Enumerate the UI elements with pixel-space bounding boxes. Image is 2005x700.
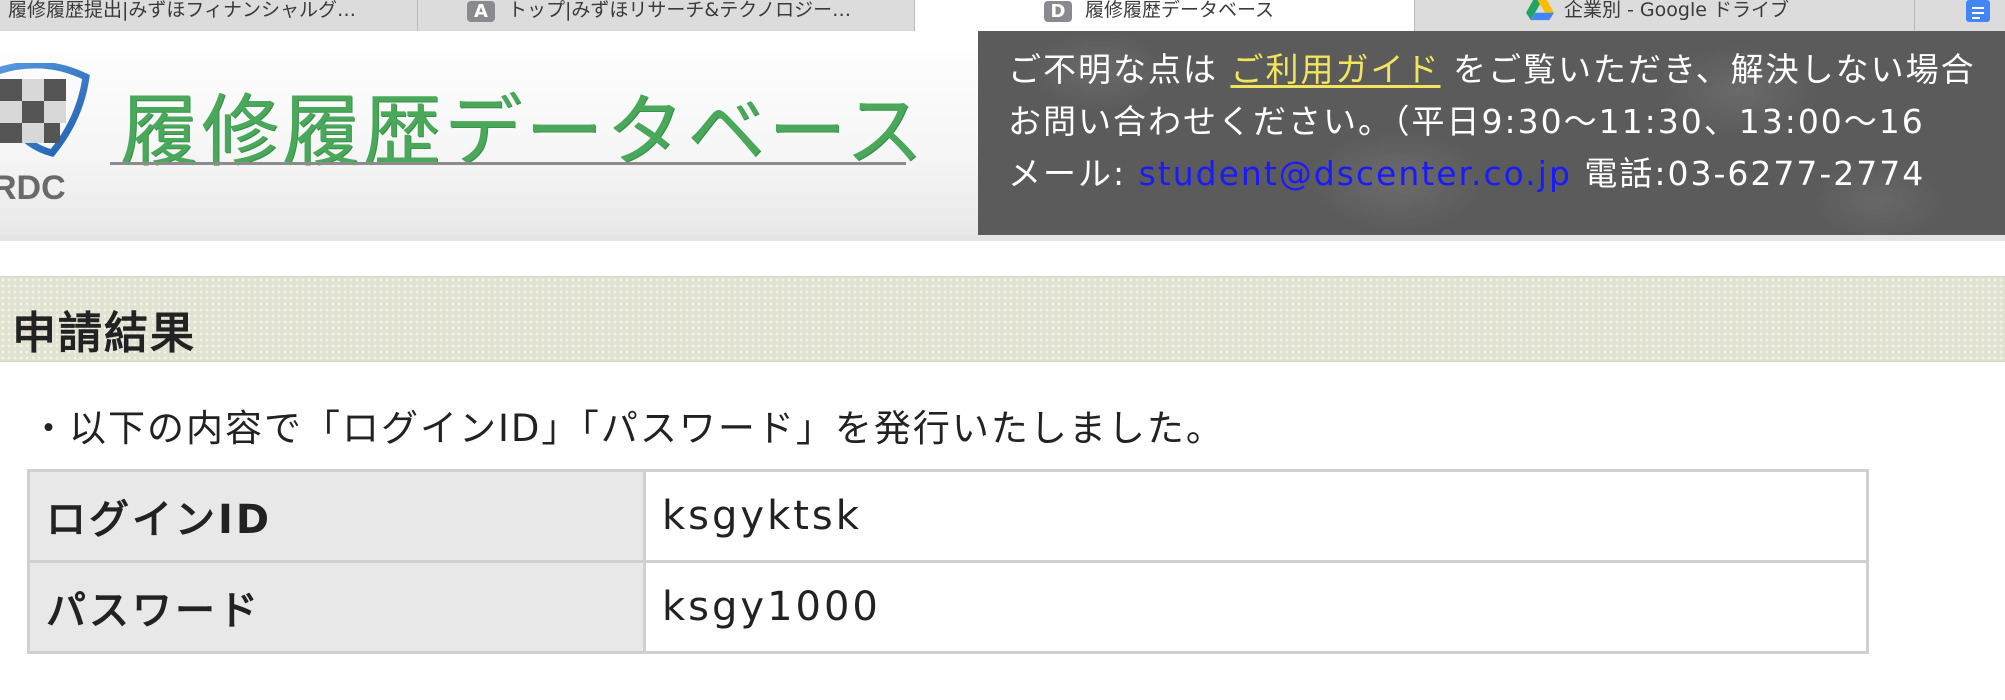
google-docs-icon[interactable] bbox=[1966, 0, 1990, 22]
contact-info-panel: ご不明な点は ご利用ガイド をご覧いただき、解決しない場合 お問い合わせください… bbox=[978, 31, 2005, 235]
user-guide-link[interactable]: ご利用ガイド bbox=[1231, 50, 1441, 89]
password-label: パスワード bbox=[27, 560, 646, 654]
support-email-link[interactable]: student@dscenter.co.jp bbox=[1139, 154, 1572, 193]
table-row-login-id: ログインID ksgyktsk bbox=[27, 469, 1869, 563]
mail-label: メール: bbox=[1008, 154, 1139, 193]
info-line-2: お問い合わせください。（平日9:30〜11:30、13:00〜16 bbox=[1008, 102, 1925, 141]
browser-tab-active[interactable]: D 履修履歴データベース bbox=[915, 0, 1415, 32]
credentials-table: ログインID ksgyktsk パスワード ksgy1000 bbox=[27, 469, 1869, 654]
info-line-3: メール: student@dscenter.co.jp 電話:03-6277-2… bbox=[1008, 147, 1925, 195]
title-underline bbox=[110, 162, 906, 165]
logo-area[interactable]: RDC 履修履歴データベース bbox=[0, 31, 978, 235]
site-header: RDC 履修履歴データベース ご不明な点は ご利用ガイド をご覧いただき、解決し… bbox=[0, 31, 2005, 241]
table-row-password: パスワード ksgy1000 bbox=[27, 560, 1869, 654]
logo-text: RDC bbox=[0, 169, 66, 207]
browser-tab[interactable]: 企業別 - Google ドライブ bbox=[1415, 0, 1915, 31]
tab-title: 履修履歴データベース bbox=[1085, 0, 1275, 21]
browser-tab-strip: 履修履歴提出|みずほフィナンシャルグ… A トップ|みずほリサーチ&テクノロジー… bbox=[0, 0, 2005, 32]
header-divider bbox=[0, 235, 2005, 241]
tab-title: トップ|みずほリサーチ&テクノロジー… bbox=[508, 0, 852, 21]
browser-tab[interactable]: A トップ|みずほリサーチ&テクノロジー… bbox=[418, 0, 915, 31]
result-notice: ・以下の内容で「ログインID」「パスワード」を発行いたしました。 bbox=[30, 407, 1225, 450]
browser-tab[interactable]: 履修履歴提出|みずほフィナンシャルグ… bbox=[0, 0, 418, 31]
tab-favicon-d-icon: D bbox=[1044, 1, 1072, 22]
login-id-value[interactable]: ksgyktsk bbox=[643, 469, 1869, 563]
rdc-logo-icon bbox=[0, 63, 90, 157]
phone-number: 電話:03-6277-2774 bbox=[1571, 154, 1926, 193]
tab-title: 企業別 - Google ドライブ bbox=[1564, 0, 1789, 21]
google-drive-icon bbox=[1526, 0, 1554, 21]
login-id-label: ログインID bbox=[27, 469, 646, 563]
tab-favicon-a-icon: A bbox=[467, 1, 495, 22]
page-title: 申請結果 bbox=[12, 308, 196, 359]
password-value[interactable]: ksgy1000 bbox=[643, 560, 1869, 654]
info-text: をご覧いただき、解決しない場合 bbox=[1440, 50, 1976, 89]
info-line-1: ご不明な点は ご利用ガイド をご覧いただき、解決しない場合 bbox=[1008, 43, 1976, 91]
tab-title: 履修履歴提出|みずほフィナンシャルグ… bbox=[8, 0, 357, 21]
info-text: ご不明な点は bbox=[1008, 50, 1231, 89]
section-header: 申請結果 bbox=[0, 276, 2005, 362]
